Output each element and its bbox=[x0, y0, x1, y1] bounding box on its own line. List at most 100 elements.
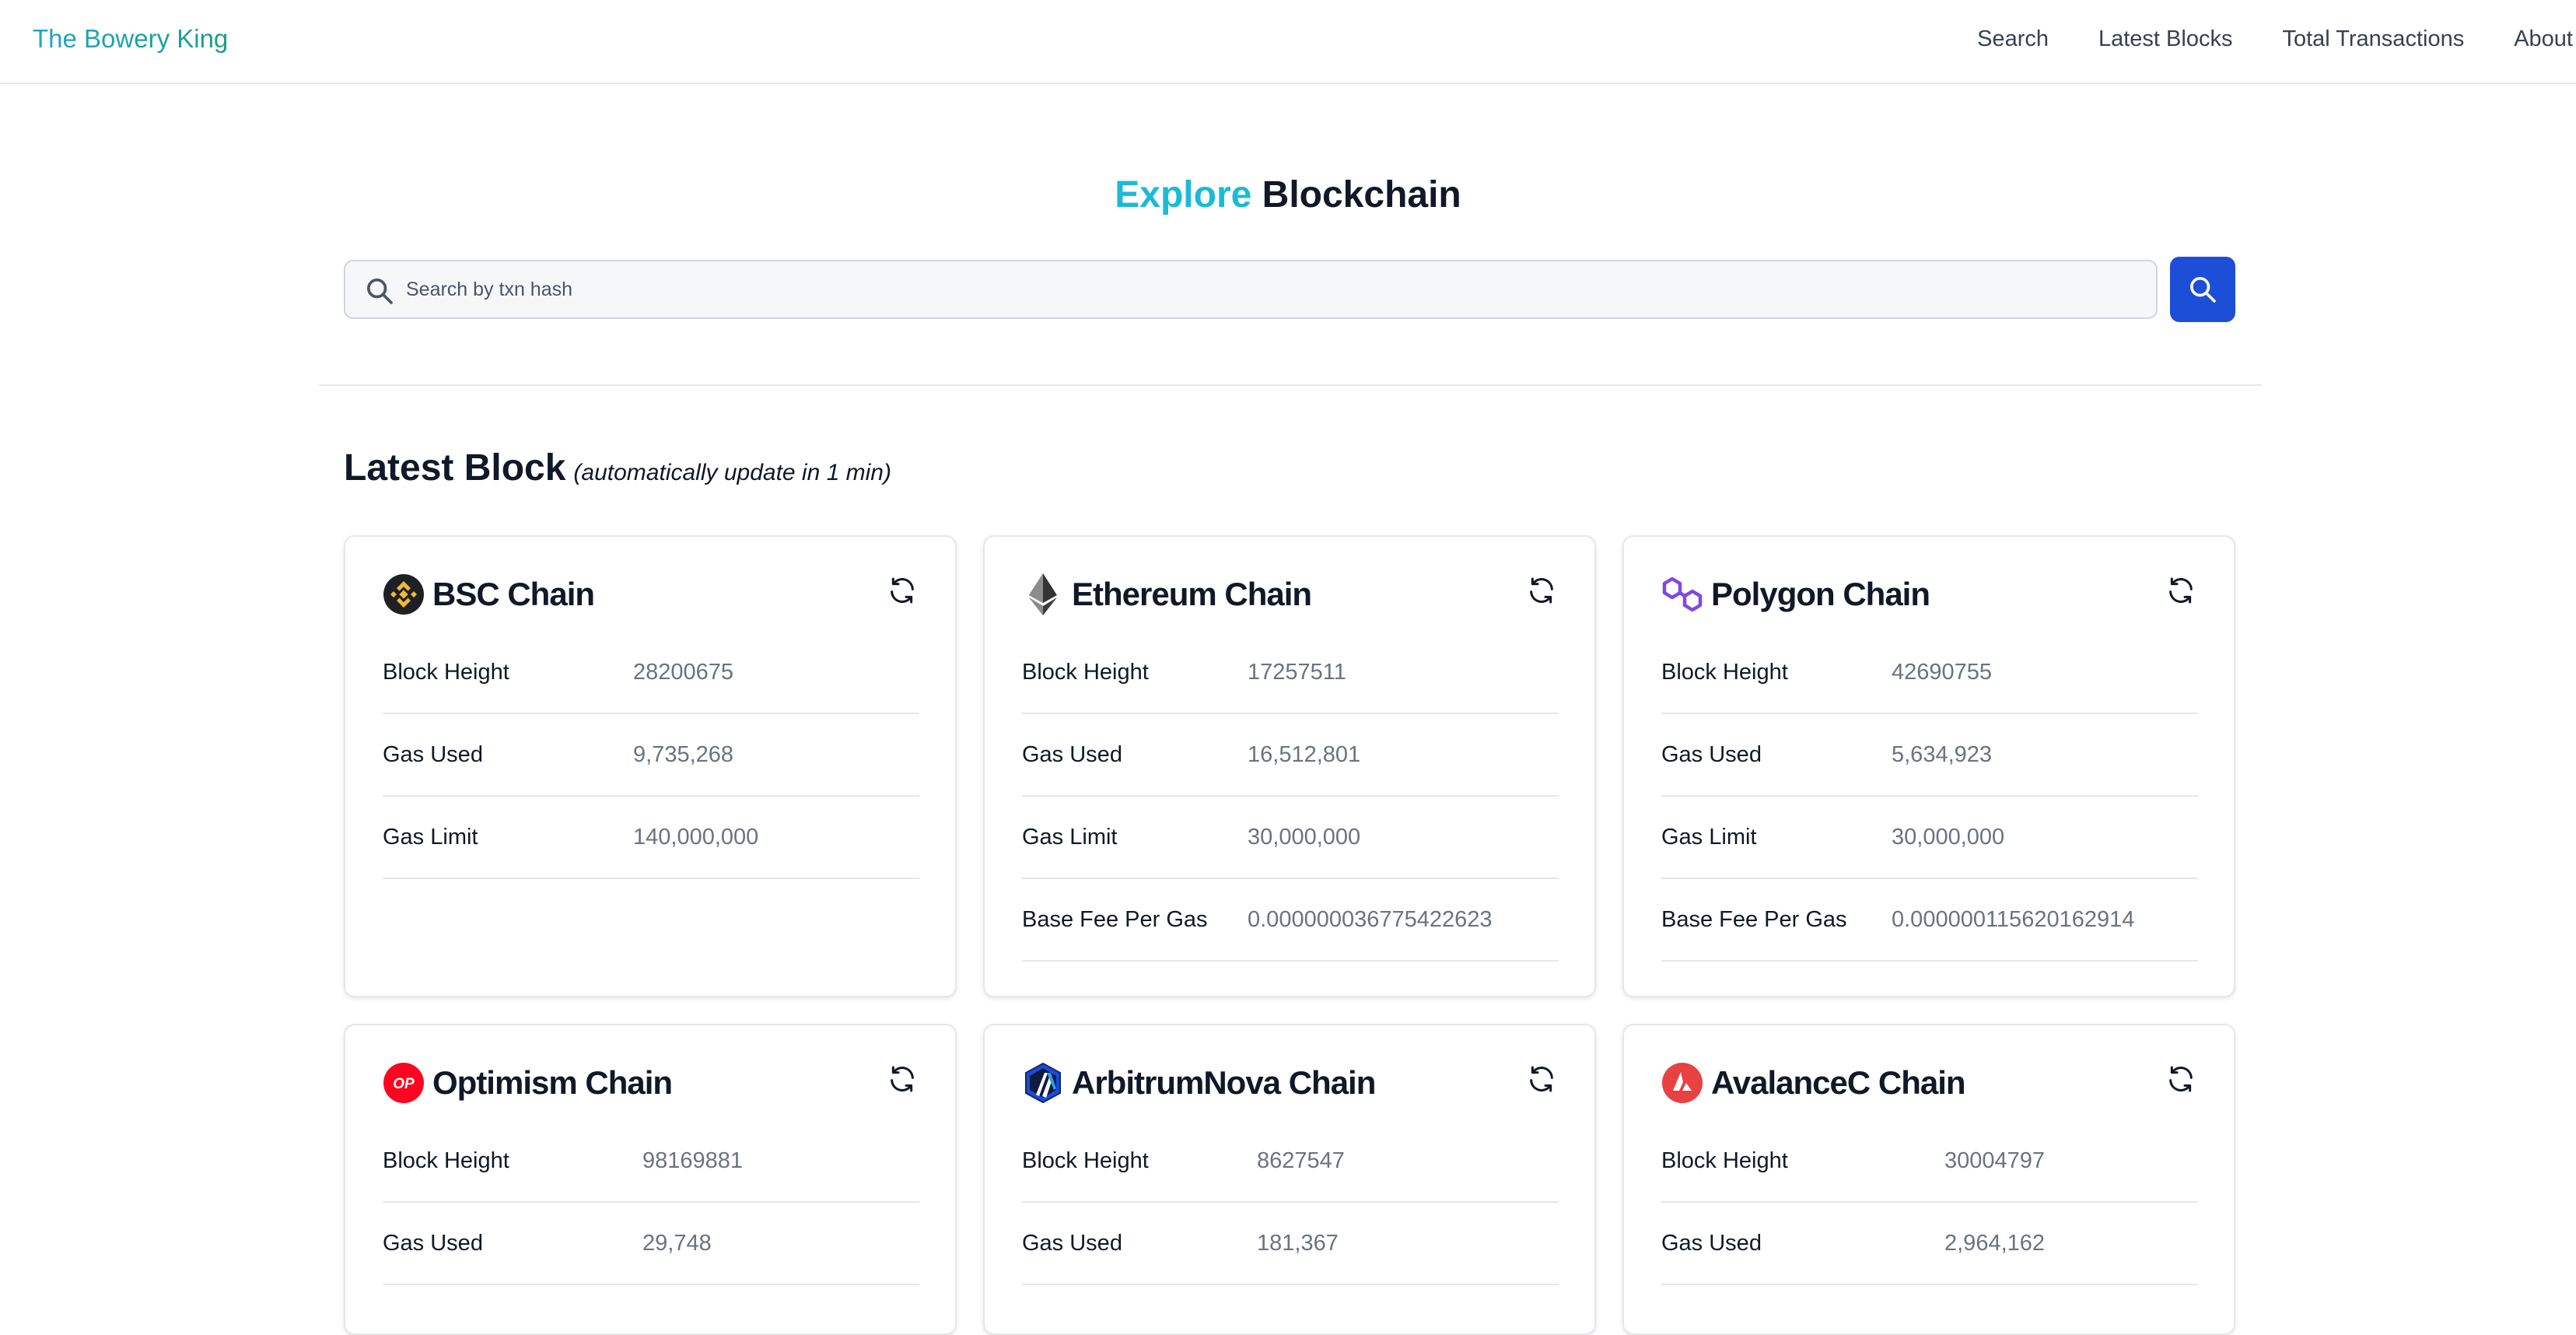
base-fee-row: Base Fee Per Gas 0.000000036775422623 bbox=[1022, 879, 1559, 962]
gas-used-row: Gas Used 181,367 bbox=[1022, 1203, 1559, 1285]
avalanche-logo-icon bbox=[1661, 1062, 1703, 1104]
gas-limit-row: Gas Limit 30,000,000 bbox=[1022, 797, 1559, 879]
card-header: Polygon Chain bbox=[1661, 573, 1930, 616]
refresh-button[interactable] bbox=[1524, 1063, 1559, 1097]
section-subtitle: (automatically update in 1 min) bbox=[573, 460, 891, 485]
block-info-list: Block Height 17257511 Gas Used 16,512,80… bbox=[1022, 632, 1559, 962]
section-heading: Latest Block (automatically update in 1 … bbox=[344, 447, 891, 489]
block-height-value: 28200675 bbox=[633, 659, 734, 685]
gas-used-row: Gas Used 9,735,268 bbox=[383, 714, 919, 797]
chain-name: Polygon Chain bbox=[1711, 576, 1930, 612]
block-height-label: Block Height bbox=[383, 659, 509, 685]
nav-about-link[interactable]: About bbox=[2514, 26, 2573, 52]
chain-card-ethereum: Ethereum Chain Block Height 17257511 Gas… bbox=[983, 535, 1596, 997]
refresh-icon bbox=[2169, 1066, 2193, 1091]
gas-used-row: Gas Used 5,634,923 bbox=[1661, 714, 2198, 797]
gas-used-value: 9,735,268 bbox=[633, 741, 734, 767]
gas-used-value: 5,634,923 bbox=[1892, 741, 1993, 767]
base-fee-row: Base Fee Per Gas 0.000000115620162914 bbox=[1661, 879, 2198, 962]
chain-card-arbitrum-nova: ArbitrumNova Chain Block Height 8627547 … bbox=[983, 1024, 1596, 1335]
base-fee-value: 0.000000115620162914 bbox=[1892, 906, 2135, 932]
refresh-button[interactable] bbox=[2164, 1063, 2198, 1097]
block-info-list: Block Height 98169881 Gas Used 29,748 bbox=[383, 1120, 919, 1285]
search-bar bbox=[344, 260, 2158, 319]
block-height-value: 98169881 bbox=[642, 1148, 744, 1173]
nav-latest-blocks-link[interactable]: Latest Blocks bbox=[2098, 26, 2232, 52]
block-height-value: 42690755 bbox=[1892, 659, 1993, 685]
refresh-icon bbox=[891, 577, 914, 603]
refresh-icon bbox=[2169, 577, 2193, 603]
nav-search-link[interactable]: Search bbox=[1977, 26, 2049, 52]
arbitrum-nova-logo-icon bbox=[1022, 1062, 1064, 1104]
chain-name: ArbitrumNova Chain bbox=[1072, 1064, 1376, 1101]
block-height-row: Block Height 28200675 bbox=[383, 632, 919, 714]
svg-text:OP: OP bbox=[393, 1076, 415, 1092]
search-input[interactable] bbox=[406, 261, 2140, 317]
gas-used-value: 2,964,162 bbox=[1944, 1230, 2046, 1256]
refresh-icon bbox=[891, 1066, 914, 1091]
block-height-row: Block Height 17257511 bbox=[1022, 632, 1559, 714]
block-height-value: 8627547 bbox=[1257, 1148, 1345, 1173]
search-icon bbox=[367, 279, 393, 304]
gas-used-label: Gas Used bbox=[383, 741, 483, 767]
block-height-row: Block Height 42690755 bbox=[1661, 632, 2198, 714]
block-height-label: Block Height bbox=[1022, 1148, 1149, 1173]
search-button[interactable] bbox=[2170, 257, 2235, 322]
refresh-icon bbox=[1530, 577, 1553, 603]
block-info-list: Block Height 28200675 Gas Used 9,735,268… bbox=[383, 632, 919, 879]
gas-limit-label: Gas Limit bbox=[1661, 824, 1757, 850]
gas-used-row: Gas Used 16,512,801 bbox=[1022, 714, 1559, 797]
brand-link[interactable]: The Bowery King bbox=[33, 22, 228, 56]
gas-limit-value: 140,000,000 bbox=[633, 824, 759, 850]
refresh-button[interactable] bbox=[2164, 574, 2198, 608]
block-height-row: Block Height 98169881 bbox=[383, 1120, 919, 1203]
block-info-list: Block Height 42690755 Gas Used 5,634,923… bbox=[1661, 632, 2198, 962]
card-header: Ethereum Chain bbox=[1022, 573, 1312, 616]
chain-card-polygon: Polygon Chain Block Height 42690755 Gas … bbox=[1622, 535, 2235, 997]
refresh-button[interactable] bbox=[885, 574, 919, 608]
card-header: ArbitrumNova Chain bbox=[1022, 1061, 1376, 1105]
block-height-row: Block Height 8627547 bbox=[1022, 1120, 1559, 1203]
gas-limit-value: 30,000,000 bbox=[1892, 824, 2005, 850]
gas-used-row: Gas Used 29,748 bbox=[383, 1203, 919, 1285]
gas-used-label: Gas Used bbox=[1022, 741, 1122, 767]
refresh-icon bbox=[1530, 1066, 1553, 1091]
block-height-label: Block Height bbox=[383, 1148, 509, 1173]
section-title: Latest Block bbox=[344, 447, 566, 489]
gas-limit-label: Gas Limit bbox=[1022, 824, 1118, 850]
gas-used-label: Gas Used bbox=[383, 1230, 483, 1256]
nav-total-transactions-link[interactable]: Total Transactions bbox=[2282, 26, 2464, 52]
refresh-button[interactable] bbox=[1524, 574, 1559, 608]
optimism-logo-icon: OP bbox=[383, 1062, 425, 1104]
gas-limit-row: Gas Limit 140,000,000 bbox=[383, 797, 919, 879]
block-height-label: Block Height bbox=[1661, 659, 1788, 685]
card-header: AvalanceC Chain bbox=[1661, 1061, 1966, 1105]
bsc-logo-icon bbox=[383, 573, 425, 615]
card-header: BSC Chain bbox=[383, 573, 595, 616]
base-fee-value: 0.000000036775422623 bbox=[1248, 906, 1493, 932]
chain-card-avalanche: AvalanceC Chain Block Height 30004797 Ga… bbox=[1622, 1024, 2235, 1335]
refresh-button[interactable] bbox=[885, 1063, 919, 1097]
chain-name: AvalanceC Chain bbox=[1711, 1064, 1966, 1101]
page-title: Explore Blockchain bbox=[0, 168, 2576, 223]
top-navbar: The Bowery King Search Latest Blocks Tot… bbox=[0, 0, 2576, 84]
card-header: OP Optimism Chain bbox=[383, 1061, 673, 1105]
gas-used-value: 181,367 bbox=[1257, 1230, 1339, 1256]
polygon-logo-icon bbox=[1661, 573, 1703, 615]
chain-card-optimism: OP Optimism Chain Block Height 98169881 … bbox=[344, 1024, 957, 1335]
chain-name: Optimism Chain bbox=[432, 1064, 673, 1101]
chain-card-bsc: BSC Chain Block Height 28200675 Gas Used… bbox=[344, 535, 957, 997]
gas-used-row: Gas Used 2,964,162 bbox=[1661, 1203, 2198, 1285]
page-title-rest: Blockchain bbox=[1262, 174, 1461, 215]
page-title-accent: Explore bbox=[1115, 174, 1252, 215]
gas-limit-label: Gas Limit bbox=[383, 824, 478, 850]
gas-limit-row: Gas Limit 30,000,000 bbox=[1661, 797, 2198, 879]
chain-name: BSC Chain bbox=[432, 576, 595, 612]
block-height-value: 30004797 bbox=[1944, 1148, 2046, 1173]
gas-used-label: Gas Used bbox=[1661, 1230, 1762, 1256]
block-info-list: Block Height 30004797 Gas Used 2,964,162 bbox=[1661, 1120, 2198, 1285]
gas-used-value: 29,748 bbox=[642, 1230, 712, 1256]
gas-used-value: 16,512,801 bbox=[1248, 741, 1361, 767]
chain-name: Ethereum Chain bbox=[1072, 576, 1312, 612]
gas-limit-value: 30,000,000 bbox=[1248, 824, 1361, 850]
